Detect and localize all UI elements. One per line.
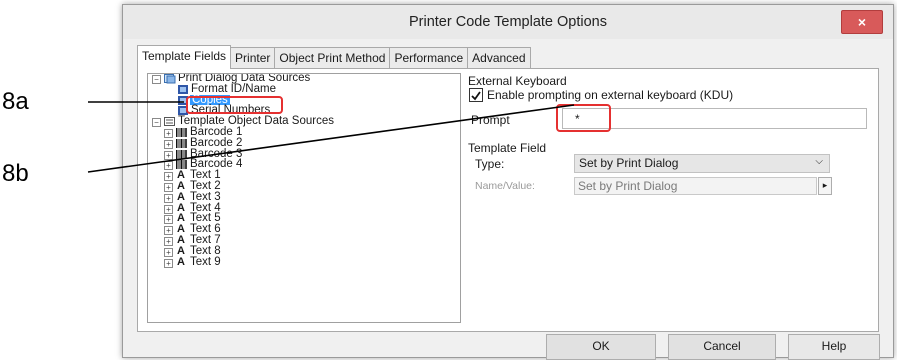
tab-template-fields[interactable]: Template Fields xyxy=(137,45,232,69)
callout-8b-line xyxy=(87,104,575,173)
callout-lines xyxy=(87,101,575,173)
